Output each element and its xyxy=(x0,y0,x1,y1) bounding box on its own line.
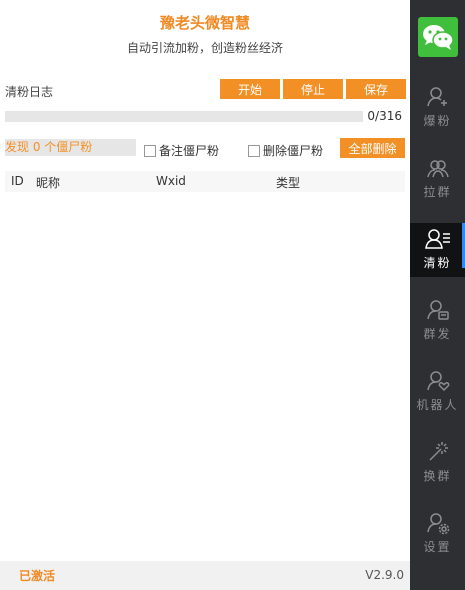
nav-item-settings[interactable]: 设置 xyxy=(410,507,465,561)
delete-checkbox-box[interactable] xyxy=(248,144,260,157)
group-icon xyxy=(426,160,449,178)
user-message-icon xyxy=(426,300,449,320)
stop-button[interactable]: 停止 xyxy=(283,79,343,99)
sidebar: 爆粉 拉群 清粉 群发 机器人 换群 设置 xyxy=(410,0,465,590)
activation-status: 已激活 xyxy=(19,569,56,583)
remark-zombie-checkbox[interactable]: 备注僵尸粉 xyxy=(144,142,219,159)
column-header-wxid[interactable]: Wxid xyxy=(156,174,186,188)
nav-item-burst-fans[interactable]: 爆粉 xyxy=(410,81,465,135)
column-header-nickname[interactable]: 昵称 xyxy=(36,174,60,191)
nav-item-mass-send[interactable]: 群发 xyxy=(410,294,465,348)
column-header-id[interactable]: ID xyxy=(11,174,24,188)
user-heart-icon xyxy=(426,371,449,392)
user-add-icon xyxy=(426,87,447,107)
start-button[interactable]: 开始 xyxy=(220,79,280,99)
column-header-type[interactable]: 类型 xyxy=(276,174,300,191)
progress-bar xyxy=(5,111,363,122)
nav-item-robot[interactable]: 机器人 xyxy=(410,365,465,419)
delete-checkbox-label: 删除僵尸粉 xyxy=(263,144,324,158)
nav-item-pull-group[interactable]: 拉群 xyxy=(410,152,465,206)
log-label: 清粉日志 xyxy=(5,85,54,99)
version-label: V2.9.0 xyxy=(365,568,404,582)
nav-label-settings: 设置 xyxy=(423,540,452,554)
user-list-icon xyxy=(424,229,450,249)
delete-zombie-checkbox[interactable]: 删除僵尸粉 xyxy=(248,142,323,159)
user-settings-icon xyxy=(426,513,449,535)
remark-checkbox-label: 备注僵尸粉 xyxy=(159,144,220,158)
nav-label-burst-fans: 爆粉 xyxy=(423,114,452,128)
delete-all-button[interactable]: 全部删除 xyxy=(340,138,405,158)
nav-item-clean-fans[interactable]: 清粉 xyxy=(410,223,465,277)
status-bar: 已激活 V2.9.0 xyxy=(0,561,410,590)
remark-checkbox-box[interactable] xyxy=(144,144,156,157)
app-title: 豫老头微智慧 xyxy=(159,14,250,32)
nav-label-pull-group: 拉群 xyxy=(423,185,452,199)
nav-label-switch-group: 换群 xyxy=(423,469,452,483)
nav-label-robot: 机器人 xyxy=(416,398,459,412)
wechat-logo-icon xyxy=(418,17,458,57)
nav-label-mass-send: 群发 xyxy=(423,327,452,341)
save-button[interactable]: 保存 xyxy=(346,79,406,99)
found-count-text: 发现 0 个僵尸粉 xyxy=(5,139,136,156)
progress-count: 0/316 xyxy=(367,109,402,123)
nav-label-clean-fans: 清粉 xyxy=(423,256,452,270)
table-header: ID 昵称 Wxid 类型 xyxy=(5,171,405,192)
nav-item-switch-group[interactable]: 换群 xyxy=(410,436,465,490)
main-panel: 豫老头微智慧 自动引流加粉，创造粉丝经济 清粉日志 开始 停止 保存 0/316… xyxy=(0,0,410,590)
magic-wand-icon xyxy=(428,442,448,461)
app-subtitle: 自动引流加粉，创造粉丝经济 xyxy=(126,41,283,55)
